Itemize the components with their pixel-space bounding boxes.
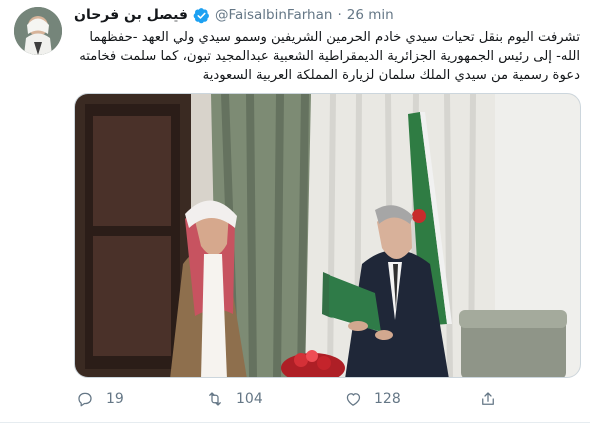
tweet[interactable]: فيصل بن فرحان @FaisalbinFarhan · 26 min … <box>0 0 590 423</box>
share-icon <box>482 392 494 405</box>
verified-badge-icon <box>193 7 210 24</box>
like-count: 128 <box>374 391 401 407</box>
reply-button[interactable]: 19 <box>76 387 124 411</box>
like-button[interactable]: 128 <box>344 387 401 411</box>
heart-icon <box>346 393 361 406</box>
reply-icon <box>78 392 92 407</box>
author-handle[interactable]: @FaisalbinFarhan <box>215 7 332 23</box>
photo-illustration <box>75 94 580 377</box>
tweet-actions: 19 104 128 <box>74 387 514 411</box>
tweet-photo[interactable] <box>74 93 581 378</box>
retweet-count: 104 <box>236 391 263 407</box>
share-button[interactable] <box>479 387 497 411</box>
retweet-icon <box>209 392 221 406</box>
tweet-header: فيصل بن فرحان @FaisalbinFarhan · 26 min <box>74 5 570 25</box>
retweet-button[interactable]: 104 <box>206 387 263 411</box>
tweet-timestamp[interactable]: 26 min <box>347 7 394 23</box>
avatar-photo <box>14 7 62 55</box>
avatar[interactable] <box>14 7 62 55</box>
separator-dot: · <box>337 7 342 23</box>
tweet-text: تشرفت اليوم بنقل تحيات سيدي خادم الحرمين… <box>79 30 580 83</box>
reply-count: 19 <box>106 391 124 407</box>
author-name[interactable]: فيصل بن فرحان <box>74 7 188 23</box>
